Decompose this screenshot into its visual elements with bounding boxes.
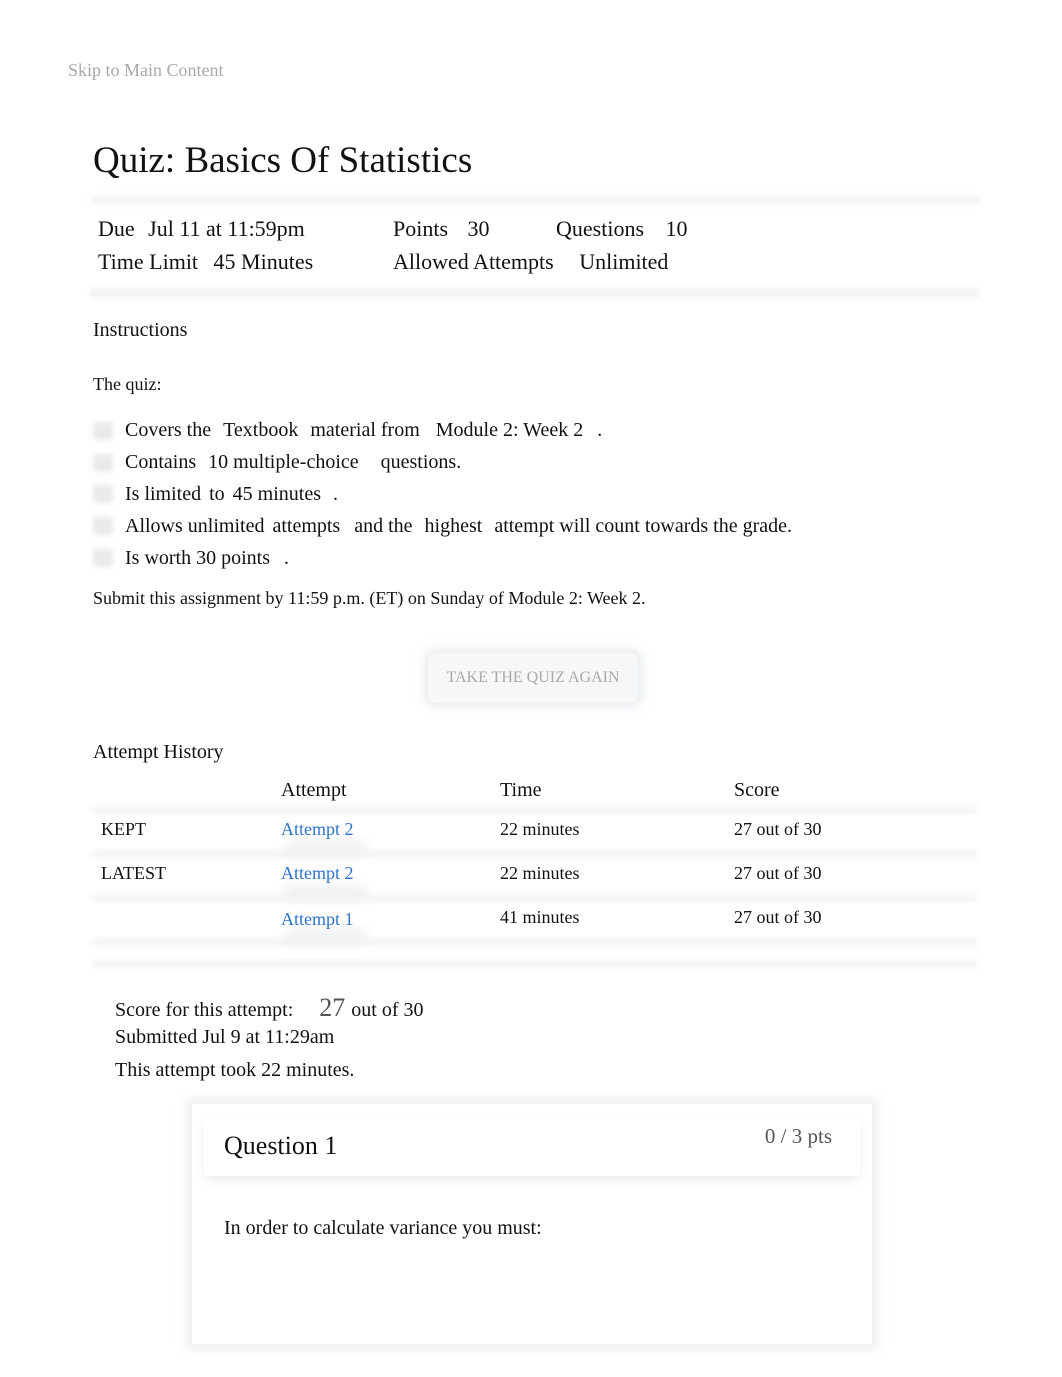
list-item: Covers the Textbook material from Module… bbox=[93, 415, 792, 447]
instructions-list: Covers the Textbook material from Module… bbox=[93, 415, 792, 574]
list-item: Allows unlimited attempts and the highes… bbox=[93, 510, 792, 542]
quiz-intro: The quiz: bbox=[93, 374, 162, 394]
quiz-title: Quiz: Basics Of Statistics bbox=[93, 140, 473, 181]
attempt-time: 22 minutes bbox=[500, 863, 580, 883]
score-line: Score for this attempt: 27 out of 30 bbox=[115, 993, 424, 1026]
attempt-link[interactable]: Attempt 1 bbox=[281, 909, 354, 930]
item-text: and the bbox=[354, 514, 413, 537]
column-header-score: Score bbox=[734, 779, 780, 801]
item-text: 45 minutes bbox=[232, 482, 322, 505]
bullet-icon bbox=[93, 517, 113, 536]
points-label: Points bbox=[393, 216, 449, 241]
item-text: Covers the bbox=[125, 419, 212, 442]
list-item: Is limited to 45 minutes . bbox=[93, 479, 792, 511]
item-text: . bbox=[597, 419, 603, 442]
attempt-score: 27 out of 30 bbox=[734, 819, 822, 839]
item-text: Is worth 30 points bbox=[125, 546, 270, 569]
item-text: Textbook bbox=[223, 419, 299, 442]
item-text: . bbox=[333, 482, 339, 505]
bullet-icon bbox=[93, 453, 113, 472]
list-item: Contains 10 multiple-choice questions. bbox=[93, 447, 792, 479]
item-text: material from bbox=[310, 419, 420, 442]
question-header: Question 1 0 / 3 pts bbox=[204, 1114, 860, 1176]
submit-note: Submit this assignment by 11:59 p.m. (ET… bbox=[93, 588, 646, 608]
time-limit-field: Time Limit 45 Minutes bbox=[98, 249, 313, 275]
item-text: Module 2: Week 2 bbox=[435, 419, 584, 442]
submitted-line: Submitted Jul 9 at 11:29am bbox=[115, 1026, 335, 1048]
item-text: Contains bbox=[125, 451, 197, 474]
duration-line: This attempt took 22 minutes. bbox=[115, 1059, 355, 1081]
due-field: Due Jul 11 at 11:59pm bbox=[98, 216, 305, 242]
item-text: Is limited bbox=[125, 482, 202, 505]
attempt-score: 27 out of 30 bbox=[734, 863, 822, 883]
attempt-link[interactable]: Attempt 2 bbox=[281, 863, 354, 884]
row-divider bbox=[93, 892, 978, 904]
bullet-icon bbox=[93, 549, 113, 568]
column-header-time: Time bbox=[500, 779, 542, 801]
attempt-tag: LATEST bbox=[101, 863, 166, 883]
due-label: Due bbox=[98, 216, 135, 241]
questions-label: Questions bbox=[556, 216, 644, 241]
item-text: 10 multiple-choice bbox=[208, 451, 359, 474]
item-text: attempts bbox=[272, 514, 341, 537]
question-card: Question 1 0 / 3 pts In order to calcula… bbox=[192, 1104, 872, 1344]
row-divider bbox=[93, 958, 978, 970]
score-out-of: out of 30 bbox=[351, 999, 424, 1021]
score-label: Score for this attempt: bbox=[115, 999, 294, 1021]
item-text: . bbox=[284, 546, 289, 569]
questions-field: Questions 10 bbox=[556, 216, 688, 242]
bullet-icon bbox=[93, 421, 113, 440]
attempt-link[interactable]: Attempt 2 bbox=[281, 819, 354, 840]
quiz-page: Skip to Main Content Quiz: Basics Of Sta… bbox=[0, 0, 1062, 1377]
item-text: questions. bbox=[380, 451, 462, 474]
attempt-tag: KEPT bbox=[101, 819, 146, 839]
attempt-time: 41 minutes bbox=[500, 907, 580, 927]
row-divider bbox=[93, 936, 978, 948]
row-divider bbox=[93, 804, 978, 816]
item-text: Allows unlimited bbox=[125, 514, 265, 537]
column-header-attempt: Attempt bbox=[281, 779, 347, 801]
bullet-icon bbox=[93, 485, 113, 504]
due-value: Jul 11 at 11:59pm bbox=[148, 216, 305, 241]
item-text: highest bbox=[424, 514, 483, 537]
score-value: 27 bbox=[319, 993, 346, 1022]
score-summary: Score for this attempt: 27 out of 30 Sub… bbox=[115, 993, 424, 1092]
item-text: to bbox=[209, 482, 225, 505]
points-value: 30 bbox=[467, 216, 490, 241]
divider bbox=[90, 286, 980, 300]
allowed-attempts-value: Unlimited bbox=[579, 249, 669, 274]
instructions-heading: Instructions bbox=[93, 319, 188, 341]
attempt-score: 27 out of 30 bbox=[734, 907, 822, 927]
take-quiz-again-button[interactable]: TAKE THE QUIZ AGAIN bbox=[428, 653, 638, 703]
points-field: Points 30 bbox=[393, 216, 490, 242]
time-limit-value: 45 Minutes bbox=[213, 249, 314, 274]
allowed-attempts-field: Allowed Attempts Unlimited bbox=[393, 249, 668, 275]
time-limit-label: Time Limit bbox=[98, 249, 199, 274]
attempt-time: 22 minutes bbox=[500, 819, 580, 839]
divider bbox=[90, 193, 980, 207]
question-points: 0 / 3 pts bbox=[764, 1124, 832, 1148]
skip-to-main-content-link[interactable]: Skip to Main Content bbox=[68, 60, 224, 81]
list-item: Is worth 30 points . bbox=[93, 542, 792, 574]
questions-value: 10 bbox=[665, 216, 688, 241]
question-text: In order to calculate variance you must: bbox=[224, 1217, 542, 1239]
allowed-attempts-label: Allowed Attempts bbox=[393, 249, 554, 274]
item-text: attempt will count towards the grade. bbox=[494, 514, 793, 537]
question-title: Question 1 bbox=[224, 1131, 338, 1160]
attempt-history-heading: Attempt History bbox=[93, 741, 224, 763]
row-divider bbox=[93, 848, 978, 860]
